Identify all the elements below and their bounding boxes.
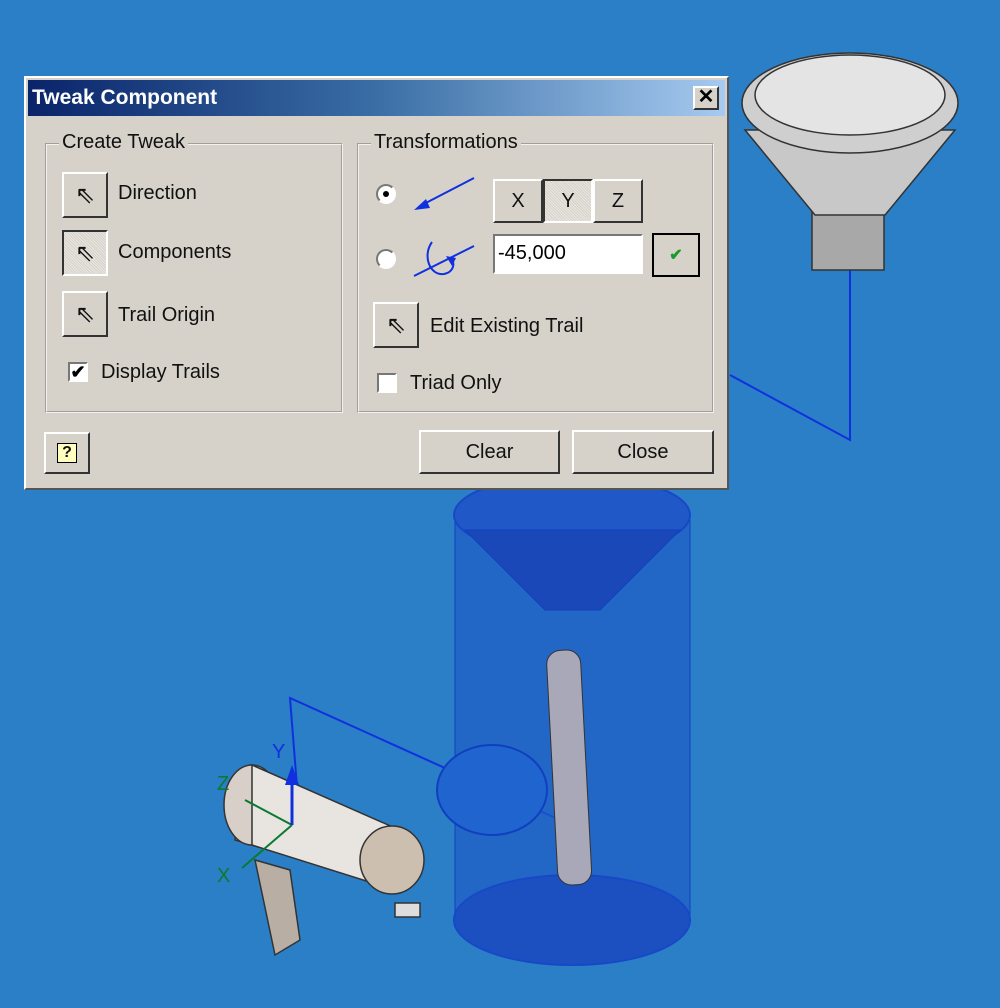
axis-y-button[interactable]: Y (543, 179, 593, 223)
apply-button[interactable]: ✔ (652, 233, 700, 277)
cursor-arrow-icon: ⇖ (74, 239, 96, 267)
tweak-component-dialog: Tweak Component ✕ Create Tweak ⇖ Directi… (24, 76, 729, 490)
cursor-arrow-icon: ⇖ (74, 181, 96, 209)
transformations-legend: Transformations (371, 131, 521, 154)
axis-x-button[interactable]: X (493, 179, 543, 223)
components-select-button[interactable]: ⇖ (62, 230, 108, 276)
rotate-radio[interactable] (376, 249, 396, 269)
handle-component (223, 763, 425, 957)
close-icon[interactable]: ✕ (693, 86, 719, 110)
edit-existing-trail-label: Edit Existing Trail (430, 315, 584, 337)
clear-button[interactable]: Clear (419, 430, 560, 474)
components-label: Components (118, 241, 232, 263)
help-icon: ? (57, 443, 77, 463)
triad-only-checkbox[interactable] (377, 373, 397, 393)
cursor-arrow-icon: ⇖ (74, 300, 96, 328)
transform-value-input[interactable]: -45,000 (493, 234, 643, 274)
display-trails-label: Display Trails (101, 361, 220, 383)
triad-x-label: X (217, 865, 230, 887)
triad-only-label: Triad Only (410, 372, 502, 394)
translate-arrow-icon (414, 177, 475, 210)
help-button[interactable]: ? (44, 432, 90, 474)
dialog-title-bar[interactable]: Tweak Component ✕ (28, 80, 725, 116)
display-trails-checkbox[interactable]: ✔ (68, 362, 88, 382)
rotate-icon (413, 241, 475, 277)
edit-existing-trail-button[interactable]: ⇖ (373, 302, 419, 348)
direction-select-button[interactable]: ⇖ (62, 172, 108, 218)
triad-z-label: Z (217, 773, 229, 795)
cursor-arrow-icon: ⇖ (385, 311, 407, 339)
translate-radio[interactable] (376, 184, 396, 204)
close-button[interactable]: Close (572, 430, 714, 474)
funnel-component (741, 52, 959, 271)
transparent-housing (436, 474, 691, 966)
trail-origin-select-button[interactable]: ⇖ (62, 291, 108, 337)
triad-y-label: Y (272, 741, 285, 763)
trail-origin-label: Trail Origin (118, 304, 216, 326)
dialog-title: Tweak Component (32, 86, 218, 109)
direction-label: Direction (118, 182, 197, 204)
axis-z-button[interactable]: Z (593, 179, 643, 223)
create-tweak-legend: Create Tweak (59, 131, 189, 154)
checkmark-icon: ✔ (669, 247, 683, 264)
